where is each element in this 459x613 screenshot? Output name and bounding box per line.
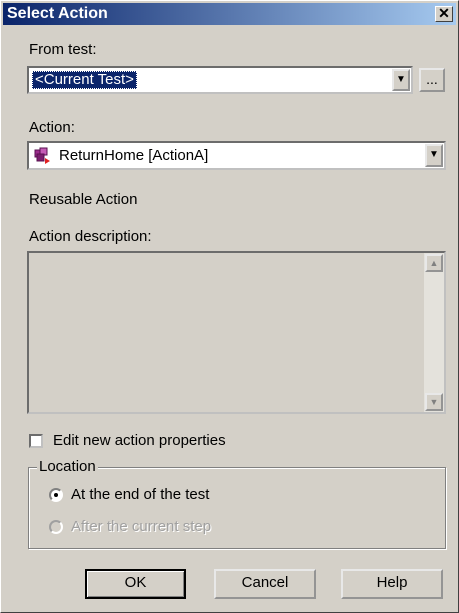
location-groupbox: Location At the end of the test After th… <box>28 458 446 549</box>
title-bar[interactable]: Select Action ✕ <box>3 3 456 25</box>
action-icon <box>34 147 52 165</box>
close-button[interactable]: ✕ <box>435 6 453 22</box>
browse-button[interactable]: ... <box>419 68 445 92</box>
action-dropdown-button[interactable]: ▼ <box>425 144 443 167</box>
description-scrollbar[interactable]: ▲ ▼ <box>424 253 444 412</box>
after-current-step-label: After the current step <box>71 518 212 535</box>
location-option-end-of-test[interactable]: At the end of the test <box>49 485 309 505</box>
cancel-button-label: Cancel <box>241 574 289 591</box>
browse-button-label: ... <box>426 71 438 87</box>
action-description-label: Action description: <box>29 228 152 245</box>
action-combobox[interactable]: ReturnHome [ActionA] ▼ <box>27 141 446 170</box>
from-test-dropdown-button[interactable]: ▼ <box>392 69 410 91</box>
scroll-up-icon: ▲ <box>429 258 439 268</box>
ok-button-label: OK <box>124 574 147 591</box>
action-value: ReturnHome [ActionA] <box>59 147 209 164</box>
edit-properties-label: Edit new action properties <box>53 432 226 449</box>
select-action-dialog: Select Action ✕ From test: <Current Test… <box>0 0 459 613</box>
dialog-title: Select Action <box>7 5 108 22</box>
chevron-down-icon: ▼ <box>396 74 406 85</box>
location-option-after-current-step: After the current step <box>49 517 309 537</box>
close-icon: ✕ <box>438 5 450 21</box>
from-test-combobox[interactable]: <Current Test> ▼ <box>27 66 413 94</box>
from-test-value: <Current Test> <box>32 71 137 89</box>
help-button[interactable]: Help <box>341 569 443 599</box>
ok-button[interactable]: OK <box>85 569 186 599</box>
action-label: Action: <box>29 119 75 136</box>
action-description-textarea[interactable]: ▲ ▼ <box>27 251 446 414</box>
reusable-action-text: Reusable Action <box>29 191 138 208</box>
edit-properties-option[interactable]: Edit new action properties <box>29 431 269 451</box>
scroll-up-button[interactable]: ▲ <box>425 254 443 272</box>
location-legend: Location <box>37 458 98 475</box>
radio-selected-dot <box>54 493 58 497</box>
after-current-step-radio <box>49 520 63 534</box>
edit-properties-checkbox[interactable] <box>29 434 43 448</box>
end-of-test-label: At the end of the test <box>71 486 210 503</box>
scroll-down-button[interactable]: ▼ <box>425 393 443 411</box>
cancel-button[interactable]: Cancel <box>214 569 316 599</box>
from-test-label: From test: <box>29 41 97 58</box>
end-of-test-radio[interactable] <box>49 488 63 502</box>
scroll-down-icon: ▼ <box>429 397 439 407</box>
help-button-label: Help <box>376 574 408 591</box>
chevron-down-icon: ▼ <box>429 149 439 160</box>
